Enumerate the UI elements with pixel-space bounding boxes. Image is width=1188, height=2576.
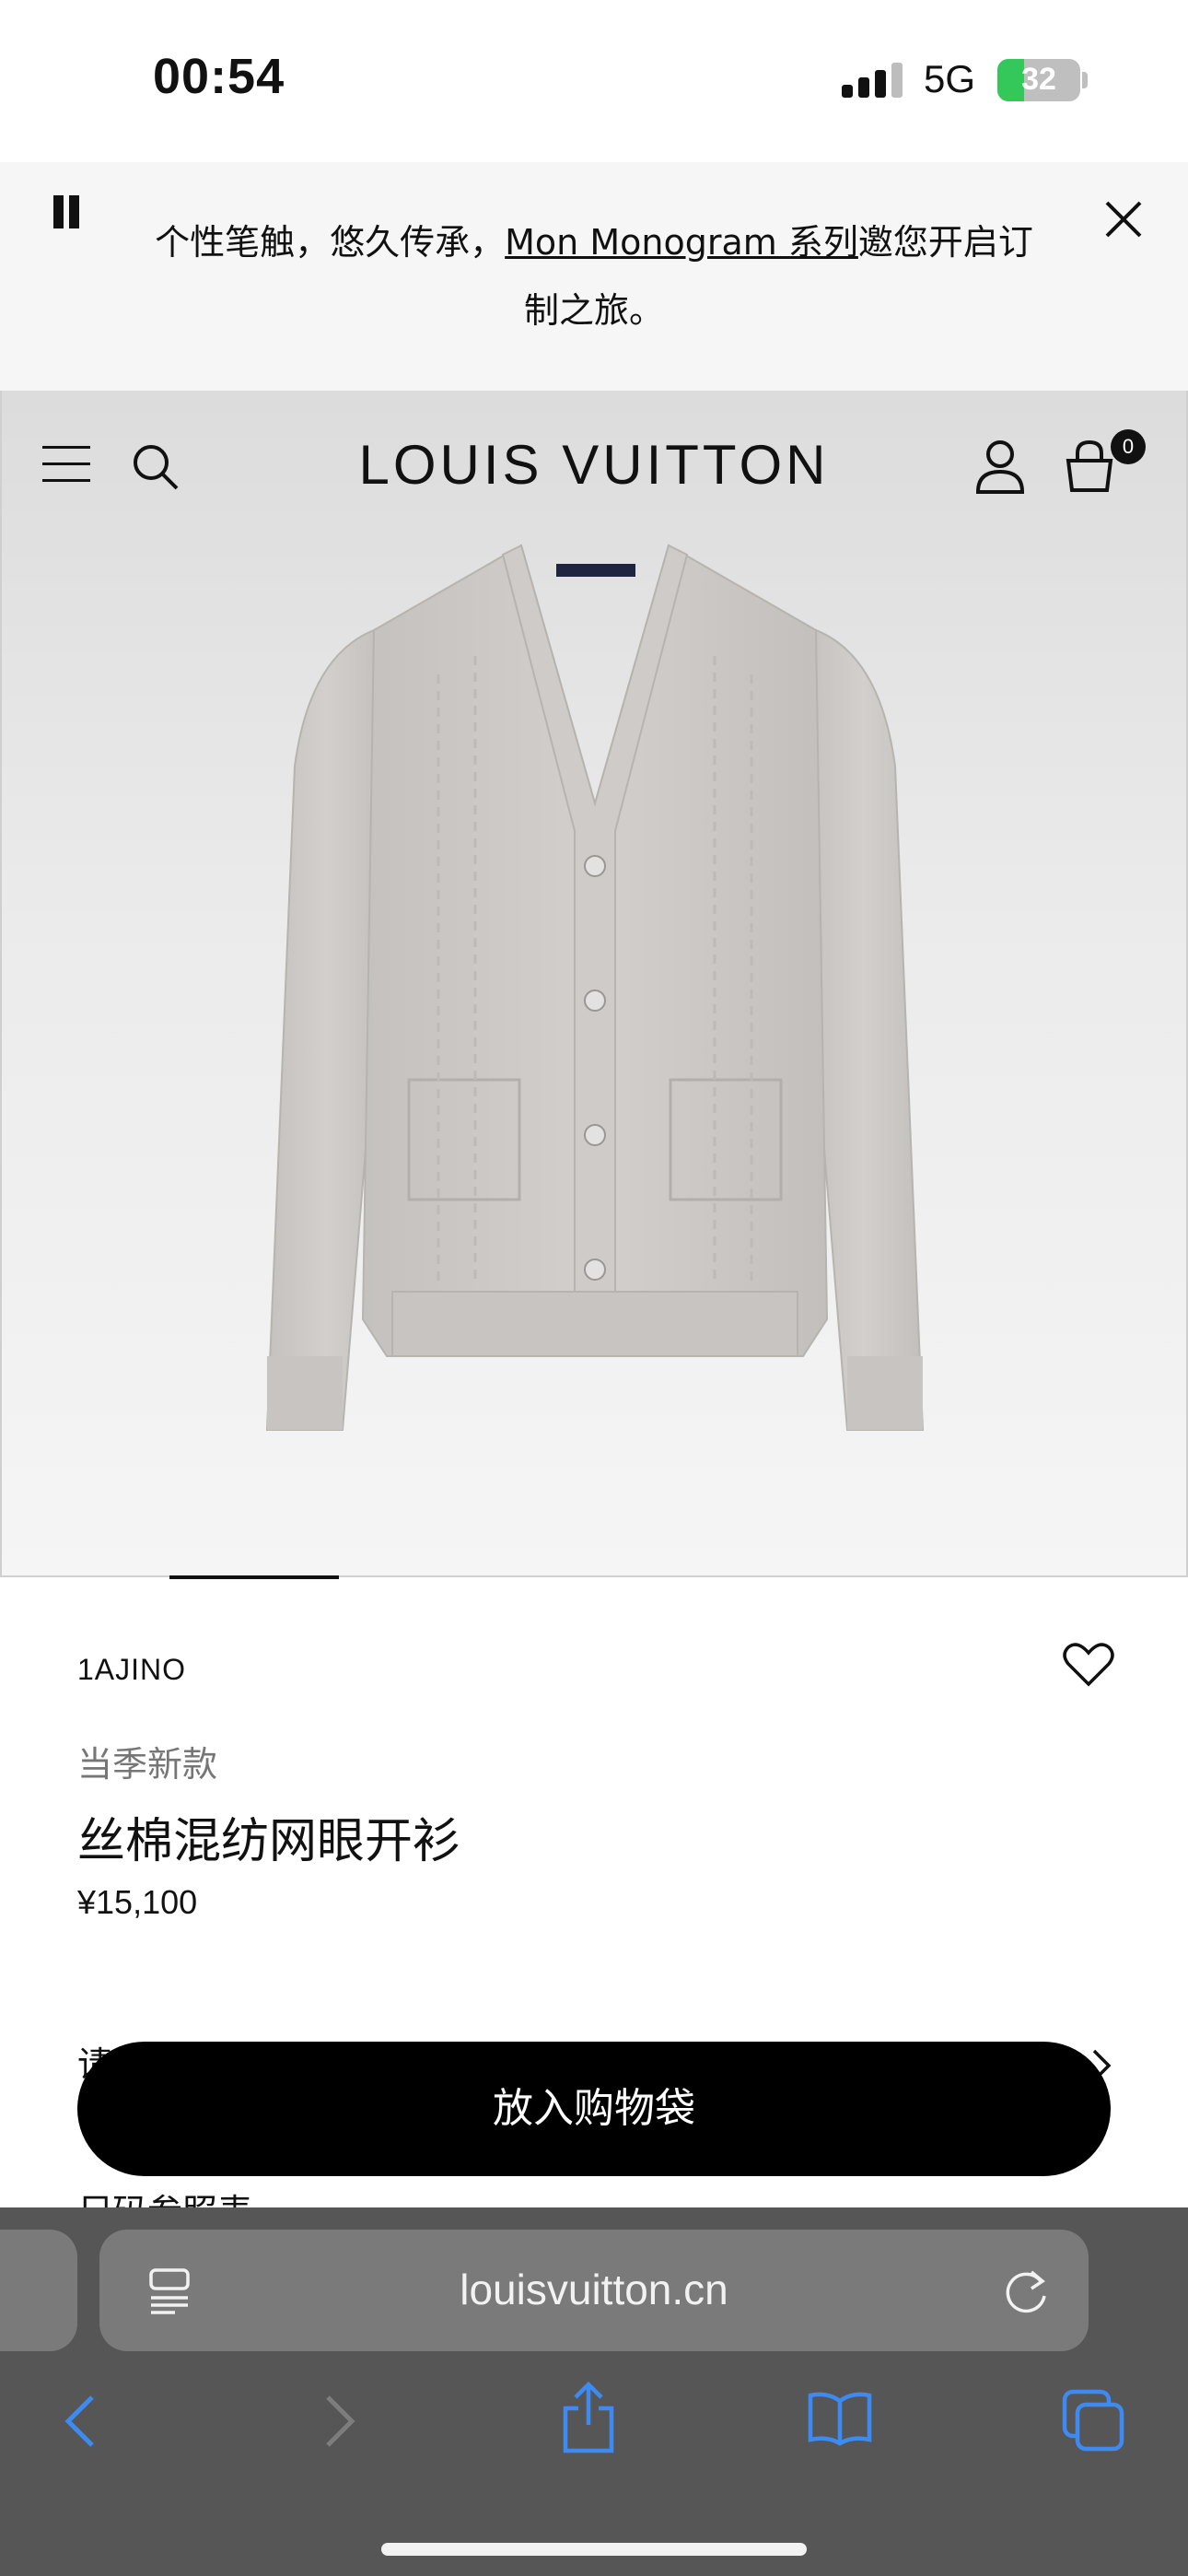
- network-type: 5G: [924, 57, 976, 100]
- status-bar: 00:54 5G 32: [0, 0, 1188, 162]
- tabs-icon[interactable]: [1061, 2388, 1125, 2453]
- banner-link[interactable]: Mon Monogram 系列: [505, 222, 858, 263]
- battery-level: 32: [1021, 62, 1056, 97]
- carousel-indicator: [169, 1575, 339, 1579]
- account-icon[interactable]: [974, 439, 1026, 496]
- status-time: 00:54: [153, 49, 285, 104]
- forward-icon: [319, 2392, 359, 2451]
- add-to-bag-button[interactable]: 放入购物袋: [77, 2042, 1111, 2176]
- battery-icon: 32: [997, 59, 1080, 101]
- season-tag: 当季新款: [77, 1744, 218, 1785]
- product-price: ¥15,100: [77, 1883, 198, 1921]
- product-name: 丝棉混纺网眼开衫: [77, 1814, 461, 1869]
- share-icon[interactable]: [560, 2381, 617, 2454]
- shopping-bag-icon[interactable]: [1063, 439, 1116, 494]
- signal-icon: [842, 63, 904, 101]
- banner-message: 个性笔触，悠久传承，Mon Monogram 系列邀您开启订制之旅。: [138, 208, 1050, 345]
- reload-icon[interactable]: [1004, 2266, 1050, 2316]
- search-icon[interactable]: [131, 442, 181, 492]
- bookmarks-icon[interactable]: [807, 2390, 873, 2447]
- bag-count-badge: 0: [1111, 429, 1146, 464]
- battery-tip: [1082, 72, 1088, 88]
- reader-icon[interactable]: [147, 2266, 192, 2316]
- pause-icon[interactable]: [52, 195, 81, 232]
- close-icon[interactable]: [1100, 195, 1147, 243]
- heart-icon[interactable]: [1063, 1642, 1114, 1688]
- url-text[interactable]: louisvuitton.cn: [350, 2265, 838, 2314]
- brand-logo[interactable]: LOUIS VUITTON: [350, 433, 838, 497]
- product-image: [254, 527, 936, 1439]
- back-icon[interactable]: [61, 2392, 101, 2451]
- menu-icon[interactable]: [42, 444, 90, 485]
- banner-text-before: 个性笔触，悠久传承，: [155, 222, 506, 263]
- previous-tab-preview[interactable]: [0, 2230, 77, 2351]
- home-indicator: [381, 2543, 807, 2556]
- product-sku: 1AJINO: [77, 1653, 187, 1686]
